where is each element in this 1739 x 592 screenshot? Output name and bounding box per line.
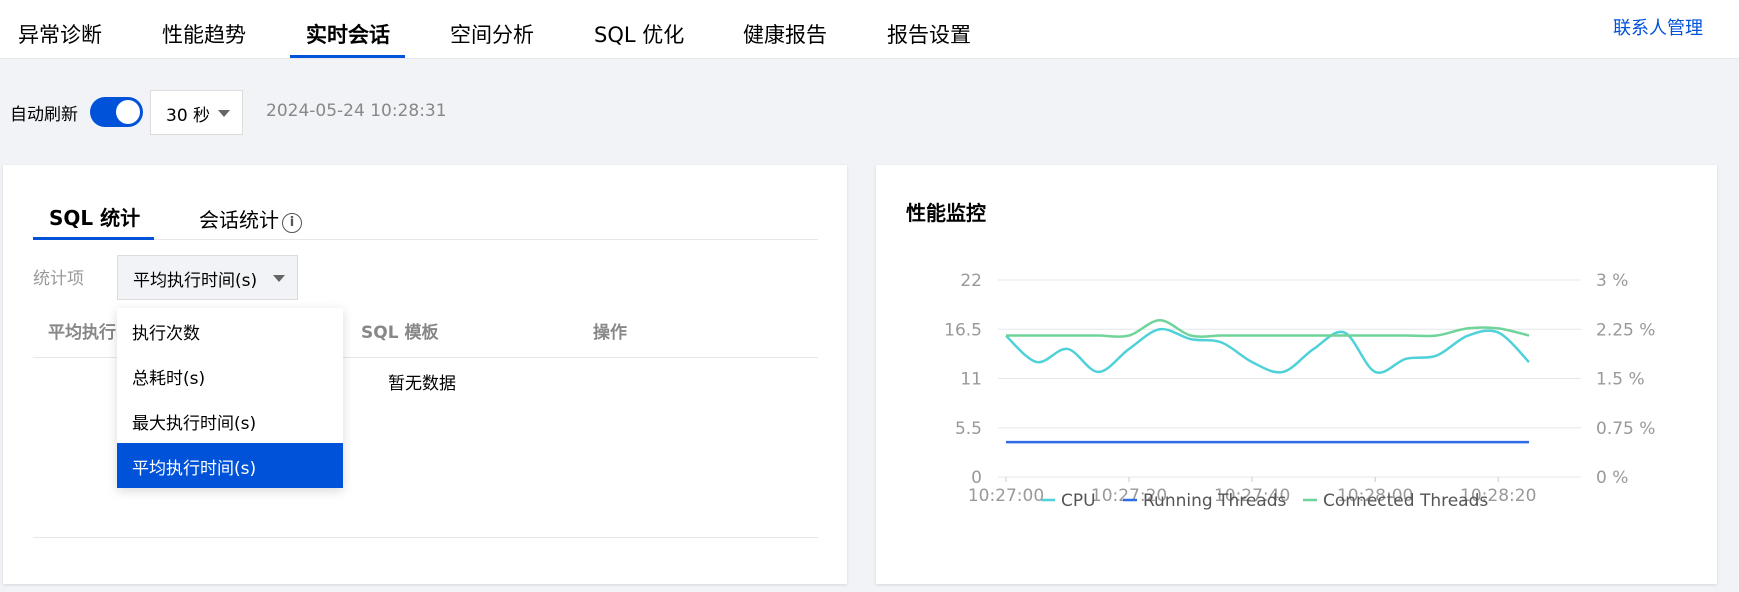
refresh-interval-select[interactable]: 30 秒	[150, 90, 243, 135]
y-right-tick-label: 1.5 %	[1596, 370, 1645, 390]
toggle-knob	[116, 100, 140, 124]
tab-sql-optimization[interactable]: SQL 优化	[594, 20, 684, 50]
auto-refresh-label: 自动刷新	[10, 105, 78, 125]
legend-label-connected-threads: Connected Threads	[1323, 491, 1488, 511]
active-subtab-indicator	[33, 237, 154, 240]
column-header-avg-exec[interactable]: 平均执行	[48, 318, 116, 343]
info-icon[interactable]: i	[282, 213, 302, 233]
tab-space-analysis[interactable]: 空间分析	[450, 20, 534, 50]
tab-report-settings[interactable]: 报告设置	[887, 20, 971, 50]
tab-sql-stats[interactable]: SQL 统计	[49, 203, 140, 233]
y-left-tick-label: 11	[960, 370, 982, 390]
column-header-actions: 操作	[593, 323, 627, 343]
tab-realtime-session[interactable]: 实时会话	[306, 20, 390, 50]
y-left-tick-label: 5.5	[955, 419, 982, 439]
performance-monitor-card: 性能监控 00 % 5.5 0.75 % 11 1.5 % 16.5 2.25 % 22 3 %…	[876, 165, 1717, 584]
y-right-tick-label: 3 %	[1596, 271, 1628, 291]
tab-performance-trend[interactable]: 性能趋势	[162, 20, 246, 50]
empty-state-text: 暂无数据	[388, 374, 456, 394]
refresh-timestamp: 2024-05-24 10:28:31	[266, 101, 447, 121]
y-left-tick-label: 16.5	[944, 320, 982, 340]
chevron-down-icon	[273, 275, 285, 282]
series-line-connected-threads	[1006, 319, 1530, 338]
stat-item-select[interactable]: 平均执行时间(s)	[117, 255, 298, 300]
y-right-tick-label: 2.25 %	[1596, 320, 1655, 340]
contact-management-link[interactable]: 联系人管理	[1613, 14, 1703, 40]
y-left-tick-label: 22	[960, 271, 982, 291]
dropdown-option-avg-exec-time[interactable]: 平均执行时间(s)	[117, 443, 343, 488]
chevron-down-icon	[218, 110, 230, 117]
table-bottom-divider	[33, 537, 818, 538]
tab-health-report[interactable]: 健康报告	[743, 20, 827, 50]
dropdown-option-total-time[interactable]: 总耗时(s)	[117, 353, 343, 398]
y-right-tick-label: 0 %	[1596, 468, 1628, 488]
tab-anomaly-diagnosis[interactable]: 异常诊断	[18, 20, 102, 50]
top-nav: 异常诊断 性能趋势 实时会话 空间分析 SQL 优化 健康报告 报告设置 联系人…	[0, 0, 1739, 59]
y-right-tick-label: 0.75 %	[1596, 419, 1655, 439]
stat-item-label: 统计项	[33, 269, 84, 289]
legend-label-cpu: CPU	[1061, 491, 1096, 511]
dropdown-option-max-exec-time[interactable]: 最大执行时间(s)	[117, 398, 343, 443]
x-tick-label: 10:27:00	[968, 486, 1044, 506]
legend-label-running-threads: Running Threads	[1143, 491, 1287, 511]
stat-item-dropdown: 执行次数 总耗时(s) 最大执行时间(s) 平均执行时间(s)	[117, 308, 343, 488]
tab-session-stats-label: 会话统计	[199, 208, 279, 232]
sql-stats-card: SQL 统计 会话统计 i 统计项 平均执行时间(s) 平均执行 SQL 模板 操…	[3, 165, 847, 584]
tab-session-stats[interactable]: 会话统计 i	[199, 205, 302, 235]
performance-chart: 0 0 % 5.5 0.75 % 11 1.5 % 16.5 2.25 % 22 3 % 10:27…	[944, 271, 1655, 511]
stat-item-value: 平均执行时间(s)	[133, 271, 258, 291]
column-header-sql-template: SQL 模板	[361, 323, 439, 343]
active-tab-indicator	[290, 55, 405, 58]
auto-refresh-toggle[interactable]	[90, 97, 143, 127]
dropdown-option-exec-count[interactable]: 执行次数	[117, 308, 343, 353]
y-left-tick-label: 0	[971, 468, 982, 488]
refresh-interval-value: 30 秒	[166, 106, 211, 126]
